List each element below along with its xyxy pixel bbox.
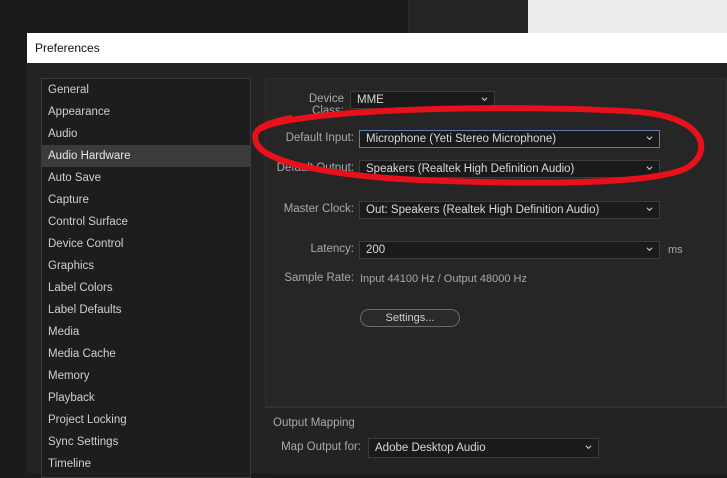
map-output-for-value: Adobe Desktop Audio (375, 442, 486, 454)
chevron-down-icon (481, 97, 488, 102)
default-input-dropdown[interactable]: Microphone (Yeti Stereo Microphone) (359, 130, 660, 148)
map-output-for-label: Map Output for: (281, 441, 361, 453)
audio-hardware-panel: Device Class: MME Default Input: Microph… (265, 78, 727, 407)
sidebar-item-audio[interactable]: Audio (42, 123, 250, 145)
sidebar-item-media-cache[interactable]: Media Cache (42, 343, 250, 365)
dialog-title: Preferences (27, 33, 727, 63)
sidebar-item-control-surface[interactable]: Control Surface (42, 211, 250, 233)
chevron-down-icon (646, 207, 653, 212)
preferences-sidebar: General Appearance Audio Audio Hardware … (41, 78, 251, 478)
default-output-value: Speakers (Realtek High Definition Audio) (366, 163, 575, 175)
master-clock-value: Out: Speakers (Realtek High Definition A… (366, 204, 600, 216)
chevron-down-icon (646, 166, 653, 171)
sidebar-item-label-colors[interactable]: Label Colors (42, 277, 250, 299)
default-output-label: Default Output: (276, 162, 354, 174)
default-output-dropdown[interactable]: Speakers (Realtek High Definition Audio) (359, 160, 660, 178)
sidebar-item-audio-hardware[interactable]: Audio Hardware (42, 145, 250, 167)
sidebar-item-general[interactable]: General (42, 79, 250, 101)
sample-rate-value: Input 44100 Hz / Output 48000 Hz (360, 273, 527, 285)
preferences-dialog: Preferences General Appearance Audio Aud… (27, 33, 727, 478)
master-clock-label: Master Clock: (283, 203, 354, 215)
latency-unit: ms (668, 244, 683, 256)
sidebar-item-graphics[interactable]: Graphics (42, 255, 250, 277)
sidebar-item-media[interactable]: Media (42, 321, 250, 343)
sample-rate-label: Sample Rate: (284, 272, 354, 284)
default-input-label: Default Input: (285, 132, 354, 144)
latency-label: Latency: (310, 243, 354, 255)
chevron-down-icon (646, 136, 653, 141)
sidebar-item-sync-settings[interactable]: Sync Settings (42, 431, 250, 453)
sidebar-item-capture[interactable]: Capture (42, 189, 250, 211)
background-panel (410, 0, 528, 33)
map-output-for-dropdown[interactable]: Adobe Desktop Audio (368, 438, 599, 458)
chevron-down-icon (585, 445, 592, 450)
device-class-dropdown[interactable]: MME (350, 91, 495, 109)
sidebar-item-device-control[interactable]: Device Control (42, 233, 250, 255)
device-class-label: Device Class: (308, 93, 344, 117)
master-clock-dropdown[interactable]: Out: Speakers (Realtek High Definition A… (359, 201, 660, 219)
sidebar-item-appearance[interactable]: Appearance (42, 101, 250, 123)
output-mapping-title: Output Mapping (273, 417, 355, 429)
settings-button[interactable]: Settings... (360, 309, 460, 327)
output-mapping-section: Output Mapping Map Output for: Adobe Des… (265, 407, 727, 474)
sidebar-item-label-defaults[interactable]: Label Defaults (42, 299, 250, 321)
default-input-value: Microphone (Yeti Stereo Microphone) (366, 133, 557, 145)
latency-value: 200 (366, 244, 386, 256)
sidebar-item-auto-save[interactable]: Auto Save (42, 167, 250, 189)
device-class-value: MME (357, 94, 384, 106)
latency-dropdown[interactable]: 200 (359, 241, 660, 259)
background-window-top (0, 0, 410, 33)
background-white-area (528, 0, 727, 33)
sidebar-item-memory[interactable]: Memory (42, 365, 250, 387)
sidebar-item-playback[interactable]: Playback (42, 387, 250, 409)
chevron-down-icon (646, 247, 653, 252)
sidebar-item-timeline[interactable]: Timeline (42, 453, 250, 475)
sidebar-item-project-locking[interactable]: Project Locking (42, 409, 250, 431)
